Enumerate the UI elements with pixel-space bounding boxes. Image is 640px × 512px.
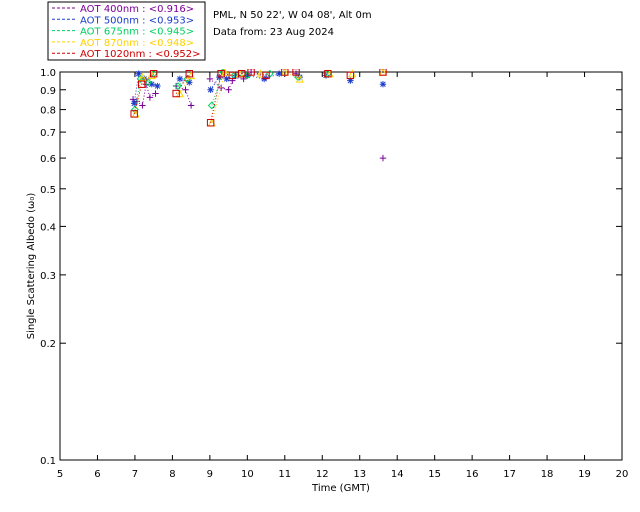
x-tick-label: 12 (316, 469, 329, 480)
x-tick-label: 13 (353, 469, 366, 480)
series-connector (149, 93, 156, 98)
data-point-plus (225, 86, 232, 93)
y-tick-label: 0.5 (40, 185, 56, 196)
legend-entry: AOT 870nm : <0.948> (80, 38, 194, 49)
legend-entry: AOT 400nm : <0.916> (80, 4, 194, 15)
x-tick-label: 20 (616, 469, 629, 480)
data-point-asterisk (207, 86, 214, 93)
legend: AOT 400nm : <0.916>AOT 500nm : <0.953>AO… (47, 1, 206, 61)
y-tick-label: 0.2 (40, 339, 56, 350)
x-tick-label: 7 (132, 469, 138, 480)
data-point-asterisk (379, 81, 387, 88)
x-tick-label: 5 (57, 469, 63, 480)
data-point-triangle (348, 69, 357, 78)
x-tick-label: 11 (278, 469, 291, 480)
x-axis-label: Time (GMT) (311, 483, 370, 494)
y-tick-label: 1.0 (40, 68, 56, 79)
y-tick-label: 0.8 (40, 106, 56, 117)
data-point-plus (152, 90, 159, 97)
x-tick-label: 10 (241, 469, 254, 480)
x-tick-label: 17 (503, 469, 516, 480)
legend-entry: AOT 675nm : <0.945> (80, 27, 194, 38)
data-point-plus (379, 154, 387, 162)
x-tick-label: 6 (94, 469, 100, 480)
data-point-diamond (265, 69, 274, 78)
data-point-plus (187, 102, 195, 109)
x-tick-label: 14 (391, 469, 404, 480)
series-triangle (131, 69, 387, 127)
x-tick-label: 9 (207, 469, 213, 480)
data-series (129, 69, 387, 162)
y-tick-label: 0.4 (40, 222, 56, 233)
plot-frame (59, 71, 623, 461)
x-tick-label: 15 (428, 469, 441, 480)
x-tick-label: 19 (578, 469, 591, 480)
data-point-plus (139, 102, 146, 109)
x-tick-label: 18 (541, 469, 554, 480)
x-tick-label: 16 (466, 469, 479, 480)
y-tick-label: 0.9 (40, 86, 56, 97)
data-point-asterisk (176, 75, 184, 83)
y-axis-label: Single Scattering Albedo (ω₀) (26, 193, 37, 340)
series-asterisk (130, 70, 387, 107)
y-tick-label: 0.1 (40, 456, 56, 467)
chart-canvas: AOT 400nm : <0.916>AOT 500nm : <0.953>AO… (26, 1, 628, 494)
series-connector (228, 80, 233, 90)
y-tick-label: 0.6 (40, 154, 56, 165)
plot-axes: 5 6 7 8 9 10 11 12 13 14 15 16 17 18 19 20 1.0 0.9 0.8 0.7 0… (40, 68, 628, 480)
series-connector (211, 71, 226, 123)
legend-entry: AOT 500nm : <0.953> (80, 15, 194, 26)
date-info: Data from: 23 Aug 2024 (213, 27, 334, 38)
data-point-asterisk (154, 82, 161, 90)
data-point-plus (146, 94, 154, 101)
x-tick-label: 8 (169, 469, 175, 480)
y-tick-label: 0.3 (40, 271, 56, 282)
site-info: PML, N 50 22', W 04 08', Alt 0m (213, 10, 372, 21)
series-connector (185, 89, 192, 106)
y-tick-label: 0.7 (40, 128, 56, 139)
legend-entry: AOT 1020nm : <0.952> (80, 49, 200, 60)
